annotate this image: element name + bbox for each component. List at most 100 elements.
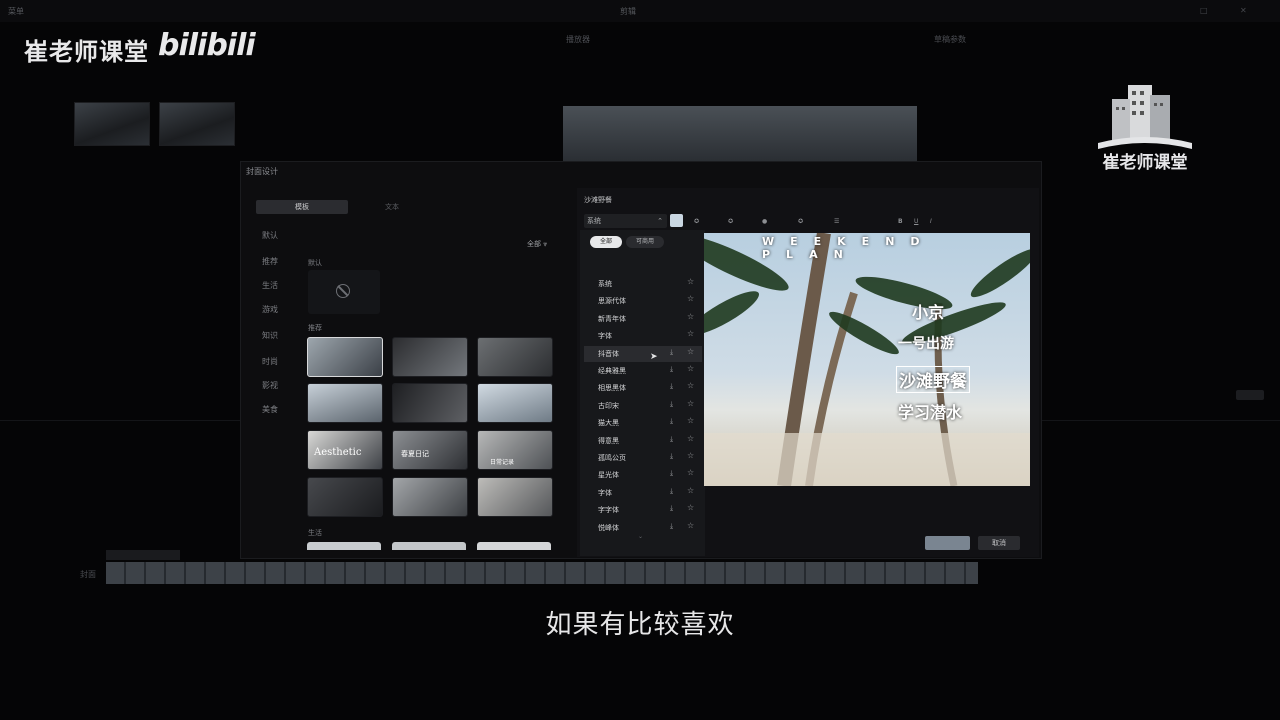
cancel-button[interactable]: 取消	[978, 536, 1020, 550]
category-film[interactable]: 影视	[262, 380, 278, 391]
media-thumbnail[interactable]	[74, 102, 150, 146]
preset-button[interactable]: ✪ 预设	[694, 218, 705, 454]
confirm-button[interactable]	[925, 536, 970, 550]
favorite-star-icon[interactable]: ☆	[687, 399, 694, 408]
app-title-bar: 菜单 剪辑 ✕ □	[0, 0, 1280, 22]
category-game[interactable]: 游戏	[262, 304, 278, 315]
download-icon[interactable]: ⤓	[670, 435, 673, 444]
arrange-button[interactable]: ☰ 排列	[834, 218, 845, 454]
preview-line-1[interactable]: 小京	[912, 299, 944, 323]
template-tile[interactable]	[307, 337, 383, 377]
timeline-video-track[interactable]	[106, 562, 978, 584]
template-tile[interactable]	[477, 542, 551, 550]
favorite-star-icon[interactable]: ☆	[687, 277, 694, 286]
font-list-item[interactable]: 新青年体 ☆	[584, 311, 702, 327]
font-list-item[interactable]: 猫大黑 ⤓ ☆	[584, 415, 702, 431]
font-list-item[interactable]: 思源代体 ☆	[584, 293, 702, 309]
template-tile[interactable]	[307, 542, 381, 550]
template-tile[interactable]: Aesthetic	[307, 430, 383, 470]
category-food[interactable]: 美食	[262, 404, 278, 415]
font-list-item[interactable]: 抖音体 ⤓ ☆	[584, 345, 702, 362]
bubble-button[interactable]: ✪ 气泡	[798, 218, 809, 454]
category-recommended[interactable]: 推荐	[262, 256, 278, 267]
preview-line-2[interactable]: 一号出游	[898, 333, 954, 353]
no-template-tile[interactable]	[308, 270, 380, 314]
font-select[interactable]: 系统 ⌃	[584, 214, 667, 228]
download-icon[interactable]: ⤓	[670, 452, 673, 461]
font-list-item[interactable]: 系统 ☆	[584, 276, 702, 292]
download-icon[interactable]: ⤓	[670, 382, 673, 391]
template-tile[interactable]	[392, 542, 466, 550]
download-icon[interactable]: ⤓	[670, 400, 673, 409]
download-icon[interactable]: ⤓	[670, 469, 673, 478]
favorite-star-icon[interactable]: ☆	[687, 434, 694, 443]
template-tile[interactable]: 日常记录	[477, 430, 553, 470]
filter-commercial-button[interactable]: 可商用	[626, 236, 664, 248]
template-tile[interactable]	[307, 383, 383, 423]
font-list-item[interactable]: 经典雅黑 ⤓ ☆	[584, 363, 702, 379]
favorite-star-icon[interactable]: ☆	[687, 521, 694, 530]
favorite-star-icon[interactable]: ☆	[687, 451, 694, 460]
template-tile[interactable]	[307, 477, 383, 517]
bold-button[interactable]: B	[898, 218, 903, 225]
maximize-icon[interactable]: □	[1200, 6, 1208, 15]
app-menu[interactable]: 菜单	[8, 6, 24, 17]
download-icon[interactable]: ⤓	[670, 348, 673, 357]
favorite-star-icon[interactable]: ☆	[687, 486, 694, 495]
download-icon[interactable]: ⤓	[670, 522, 673, 531]
category-knowledge[interactable]: 知识	[262, 330, 278, 341]
template-tile[interactable]	[392, 337, 468, 377]
preview-header-text[interactable]: WEEKEND PLAN	[762, 235, 1030, 261]
close-window-icon[interactable]: ✕	[1240, 6, 1247, 15]
tab-template[interactable]: 模板	[256, 200, 348, 214]
favorite-star-icon[interactable]: ☆	[687, 294, 694, 303]
font-list-item[interactable]: 字字体 ⤓ ☆	[584, 502, 702, 518]
favorite-star-icon[interactable]: ☆	[687, 468, 694, 477]
tab-text[interactable]: 文本	[352, 200, 432, 214]
template-tile[interactable]	[477, 383, 553, 423]
font-list-item[interactable]: 星光体 ⤓ ☆	[584, 467, 702, 483]
font-list-item[interactable]: 相思黑体 ⤓ ☆	[584, 380, 702, 396]
filter-all-button[interactable]: 全部	[590, 236, 622, 248]
preview-line-4[interactable]: 学习潜水	[898, 399, 962, 423]
template-tile[interactable]	[392, 383, 468, 423]
stroke-button[interactable]: ✪ 描边	[728, 218, 739, 454]
download-icon[interactable]: ⤓	[670, 417, 673, 426]
download-icon[interactable]: ⤓	[670, 504, 673, 513]
background-button[interactable]: ● 背景	[762, 218, 773, 454]
filter-dropdown[interactable]: 全部 ⩔	[527, 239, 547, 249]
cover-preview[interactable]: WEEKEND PLAN 小京 一号出游 沙滩野餐 学习潜水	[704, 233, 1030, 486]
font-list-item[interactable]: 字体 ☆	[584, 328, 702, 344]
category-fashion[interactable]: 时尚	[262, 356, 278, 367]
category-life[interactable]: 生活	[262, 280, 278, 291]
font-list-item[interactable]: 古印宋 ⤓ ☆	[584, 398, 702, 414]
italic-button[interactable]: I	[930, 218, 932, 225]
favorite-star-icon[interactable]: ☆	[687, 364, 694, 373]
category-default[interactable]: 默认	[262, 230, 278, 241]
favorite-star-icon[interactable]: ☆	[687, 329, 694, 338]
template-tile[interactable]	[477, 477, 553, 517]
export-button[interactable]	[1236, 390, 1264, 400]
favorite-star-icon[interactable]: ☆	[687, 381, 694, 390]
font-name: 系统	[598, 280, 612, 288]
font-list-item[interactable]: 得意黑 ⤓ ☆	[584, 433, 702, 449]
template-tile[interactable]: 春夏日记	[392, 430, 468, 470]
download-icon[interactable]: ⤓	[670, 487, 673, 496]
preview-line-3-selected[interactable]: 沙滩野餐	[896, 366, 970, 393]
underline-button[interactable]: U	[914, 218, 918, 225]
text-content-input[interactable]: 沙滩野餐	[580, 193, 1040, 207]
favorite-star-icon[interactable]: ☆	[687, 347, 694, 356]
favorite-star-icon[interactable]: ☆	[687, 312, 694, 321]
scroll-down-icon[interactable]: ⌄	[638, 533, 643, 540]
download-icon[interactable]: ⤓	[670, 365, 673, 374]
favorite-star-icon[interactable]: ☆	[687, 503, 694, 512]
template-tile[interactable]	[477, 337, 553, 377]
font-name: 相思黑体	[598, 384, 626, 393]
color-swatch[interactable]	[670, 214, 683, 227]
template-tile[interactable]	[392, 477, 468, 517]
media-thumbnail[interactable]	[159, 102, 235, 146]
section-life-label: 生活	[308, 529, 322, 537]
font-list-item[interactable]: 字体 ⤓ ☆	[584, 485, 702, 501]
font-list-item[interactable]: 孤鸣公页 ⤓ ☆	[584, 450, 702, 466]
favorite-star-icon[interactable]: ☆	[687, 416, 694, 425]
